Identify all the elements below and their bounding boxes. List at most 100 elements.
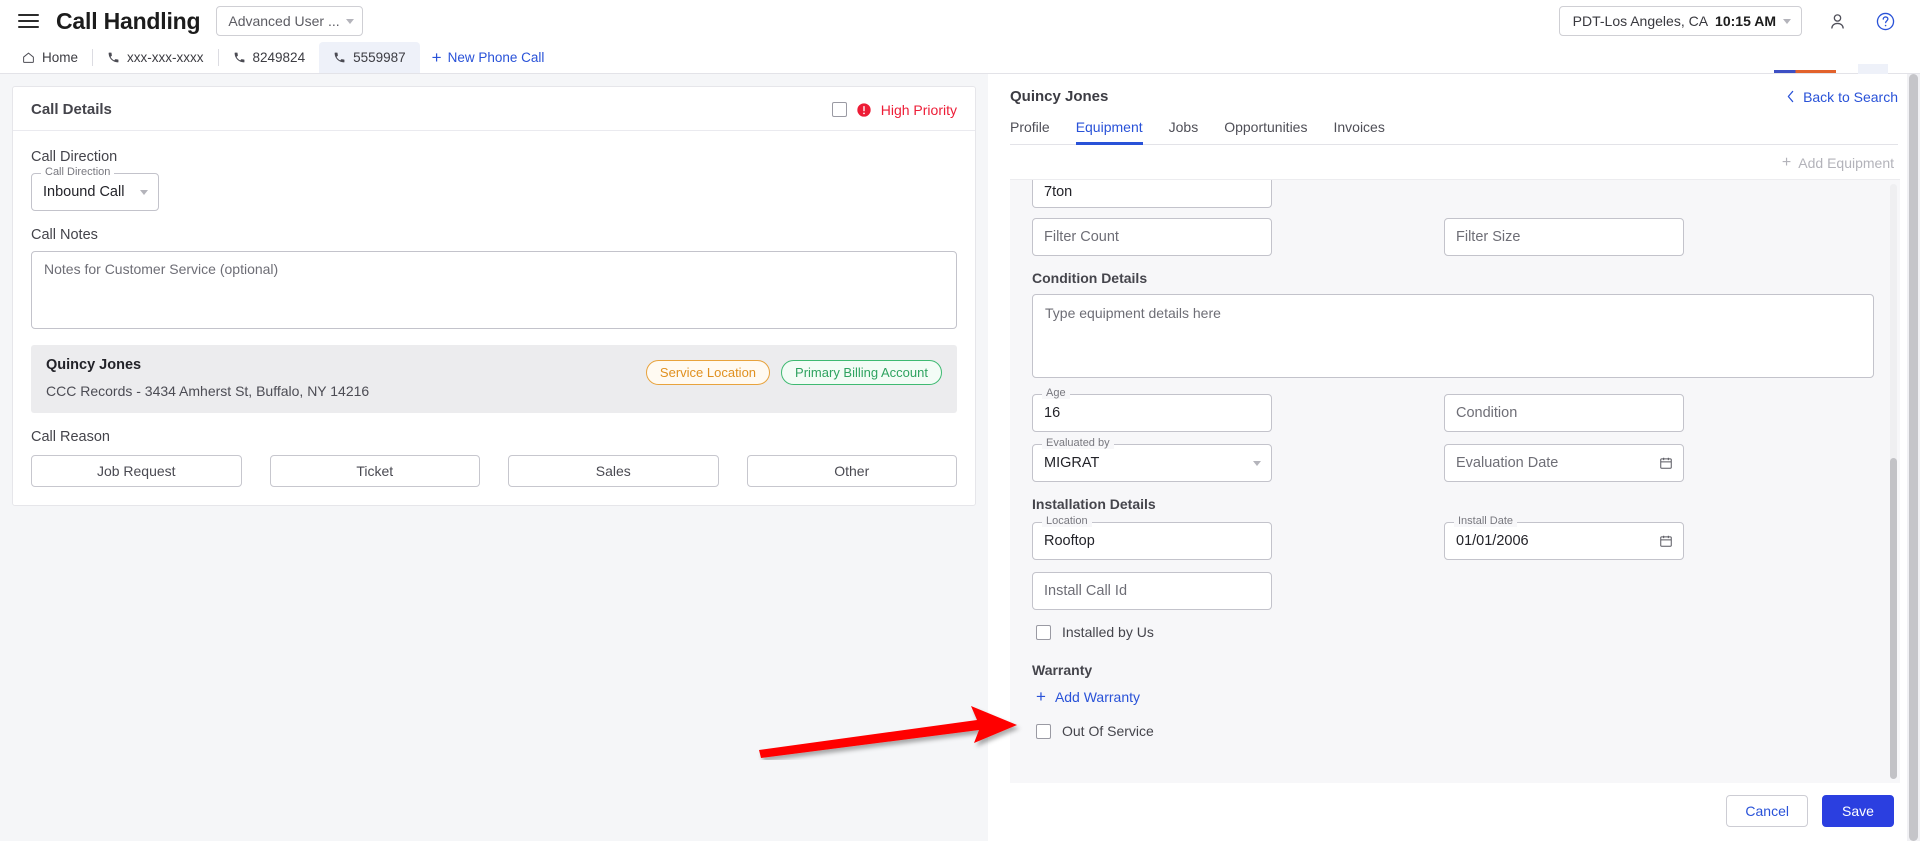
chevron-down-icon [345, 18, 354, 24]
call-details-card: Call Details High Priority Call Directio… [12, 86, 976, 506]
tab-call-0[interactable]: xxx-xxx-xxxx [93, 42, 218, 73]
age-label: Age [1042, 388, 1070, 399]
high-priority-label: High Priority [880, 101, 957, 118]
condition-placeholder: Condition [1456, 405, 1518, 421]
installed-by-us-row[interactable]: Installed by Us [1036, 624, 1874, 640]
customer-name: Quincy Jones [46, 357, 142, 373]
plus-icon: + [431, 48, 442, 67]
tab-jobs[interactable]: Jobs [1156, 119, 1212, 144]
installed-by-us-checkbox[interactable] [1036, 624, 1051, 640]
user-mode-select[interactable]: Advanced User ... [216, 6, 363, 36]
timezone-select[interactable]: PDT-Los Angeles, CA 10:15 AM [1558, 6, 1802, 36]
call-direction-heading: Call Direction [31, 149, 118, 165]
customer-info: Quincy Jones CCC Records - 3434 Amherst … [46, 357, 369, 399]
filter-size-input[interactable]: Filter Size [1444, 218, 1684, 256]
reason-other-button[interactable]: Other [746, 455, 957, 487]
age-input[interactable]: Age 16 [1032, 388, 1272, 432]
add-warranty-label: Add Warranty [1054, 688, 1141, 705]
call-details-title: Call Details [31, 101, 112, 118]
warranty-heading: Warranty [1032, 662, 1093, 678]
add-warranty-button[interactable]: + Add Warranty [1036, 688, 1874, 705]
call-details-header: Call Details High Priority [13, 87, 975, 131]
page-scrollbar-thumb[interactable] [1909, 74, 1918, 841]
back-to-search-link[interactable]: Back to Search [1786, 89, 1898, 105]
customer-panel: Quincy Jones Back to Search Profile Equi… [988, 74, 1920, 841]
installation-details-heading: Installation Details [1032, 496, 1156, 512]
high-priority-checkbox[interactable] [831, 102, 847, 117]
evaluation-date-input[interactable]: Evaluation Date [1444, 444, 1684, 482]
condition-input[interactable]: Condition [1444, 394, 1684, 432]
call-direction-select[interactable]: Call Direction Inbound Call [31, 167, 159, 211]
timezone-time: 10:15 AM [1715, 13, 1776, 29]
call-reason-heading: Call Reason [31, 429, 110, 445]
filter-count-input[interactable]: Filter Count [1032, 218, 1272, 256]
evaluated-by-select[interactable]: Evaluated by MIGRAT [1032, 438, 1272, 482]
condition-details-textarea[interactable]: Type equipment details here [1032, 294, 1874, 378]
location-input[interactable]: Location Rooftop [1032, 516, 1272, 560]
calendar-icon[interactable] [1659, 534, 1673, 548]
calendar-icon[interactable] [1659, 456, 1673, 470]
plus-icon: + [1781, 154, 1792, 171]
equipment-form-scrollbar-thumb[interactable] [1890, 457, 1897, 779]
add-equipment-label: Add Equipment [1798, 155, 1894, 171]
chevron-down-icon [1253, 460, 1261, 466]
cancel-button[interactable]: Cancel [1726, 795, 1808, 827]
tab-profile[interactable]: Profile [1010, 119, 1063, 144]
call-notes-heading: Call Notes [31, 227, 98, 243]
tonnage-input[interactable]: 7ton [1032, 180, 1272, 208]
high-priority-toggle[interactable]: High Priority [831, 101, 957, 118]
customer-panel-tabs: Profile Equipment Jobs Opportunities Inv… [1010, 119, 1898, 145]
new-phone-call-button[interactable]: + New Phone Call [420, 42, 557, 73]
phone-icon [108, 52, 119, 63]
filter-count-placeholder: Filter Count [1044, 229, 1119, 245]
tab-opportunities[interactable]: Opportunities [1211, 119, 1320, 144]
tab-call-1-label: 8249824 [252, 50, 306, 65]
install-date-input[interactable]: Install Date 01/01/2006 [1444, 516, 1684, 560]
customer-panel-title: Quincy Jones [1010, 88, 1109, 105]
chevron-left-icon [1787, 90, 1794, 103]
tab-call-2[interactable]: 5559987 [319, 42, 420, 73]
reason-sales-button[interactable]: Sales [508, 455, 719, 487]
evaluation-date-placeholder: Evaluation Date [1456, 455, 1559, 471]
tonnage-value: 7ton [1044, 183, 1073, 200]
equipment-actions: + Add Equipment [988, 145, 1920, 179]
help-circle-icon[interactable] [1872, 8, 1898, 34]
tab-equipment[interactable]: Equipment [1063, 119, 1156, 145]
phone-icon [234, 52, 244, 63]
customer-summary-card: Quincy Jones CCC Records - 3434 Amherst … [31, 345, 957, 413]
hamburger-icon[interactable] [18, 8, 44, 34]
out-of-service-checkbox[interactable] [1036, 723, 1051, 739]
save-button[interactable]: Save [1822, 795, 1894, 827]
tab-home-label: Home [42, 50, 79, 65]
page-scrollbar[interactable] [1907, 74, 1920, 841]
top-bar-right: PDT-Los Angeles, CA 10:15 AM [1558, 6, 1906, 36]
phone-icon [334, 52, 345, 63]
add-equipment-button[interactable]: + Add Equipment [1781, 154, 1894, 172]
tab-invoices[interactable]: Invoices [1320, 119, 1397, 144]
chevron-down-icon [140, 189, 148, 195]
reason-job-request-button[interactable]: Job Request [31, 455, 242, 487]
install-call-id-input[interactable]: Install Call Id [1032, 572, 1272, 610]
customer-panel-topline: Quincy Jones Back to Search [1010, 88, 1898, 105]
location-label: Location [1042, 516, 1092, 527]
location-value: Rooftop [1044, 533, 1095, 549]
install-call-id-placeholder: Install Call Id [1044, 583, 1128, 599]
call-notes-input[interactable]: Notes for Customer Service (optional) [31, 251, 957, 329]
install-date-label: Install Date [1454, 516, 1518, 527]
person-icon[interactable] [1824, 8, 1850, 34]
plus-icon: + [1036, 687, 1046, 706]
equipment-form-scrollbar[interactable] [1890, 184, 1897, 779]
tab-call-0-label: xxx-xxx-xxxx [127, 50, 204, 65]
filter-size-placeholder: Filter Size [1456, 229, 1521, 245]
reason-ticket-button[interactable]: Ticket [269, 455, 480, 487]
customer-address: CCC Records - 3434 Amherst St, Buffalo, … [46, 383, 370, 399]
call-direction-field-label: Call Direction [41, 167, 115, 178]
evaluated-by-value: MIGRAT [1044, 455, 1100, 471]
call-direction-value: Inbound Call [43, 184, 125, 200]
tab-home[interactable]: Home [8, 42, 92, 73]
chip-primary-billing-account: Primary Billing Account [781, 360, 942, 385]
out-of-service-row[interactable]: Out Of Service [1036, 723, 1874, 739]
call-tab-strip: Home xxx-xxx-xxxx 8249824 5559987 + New … [0, 42, 1920, 77]
equipment-form: 7ton Filter Count Filter Size Condition … [1010, 180, 1900, 753]
tab-call-1[interactable]: 8249824 [219, 42, 320, 73]
